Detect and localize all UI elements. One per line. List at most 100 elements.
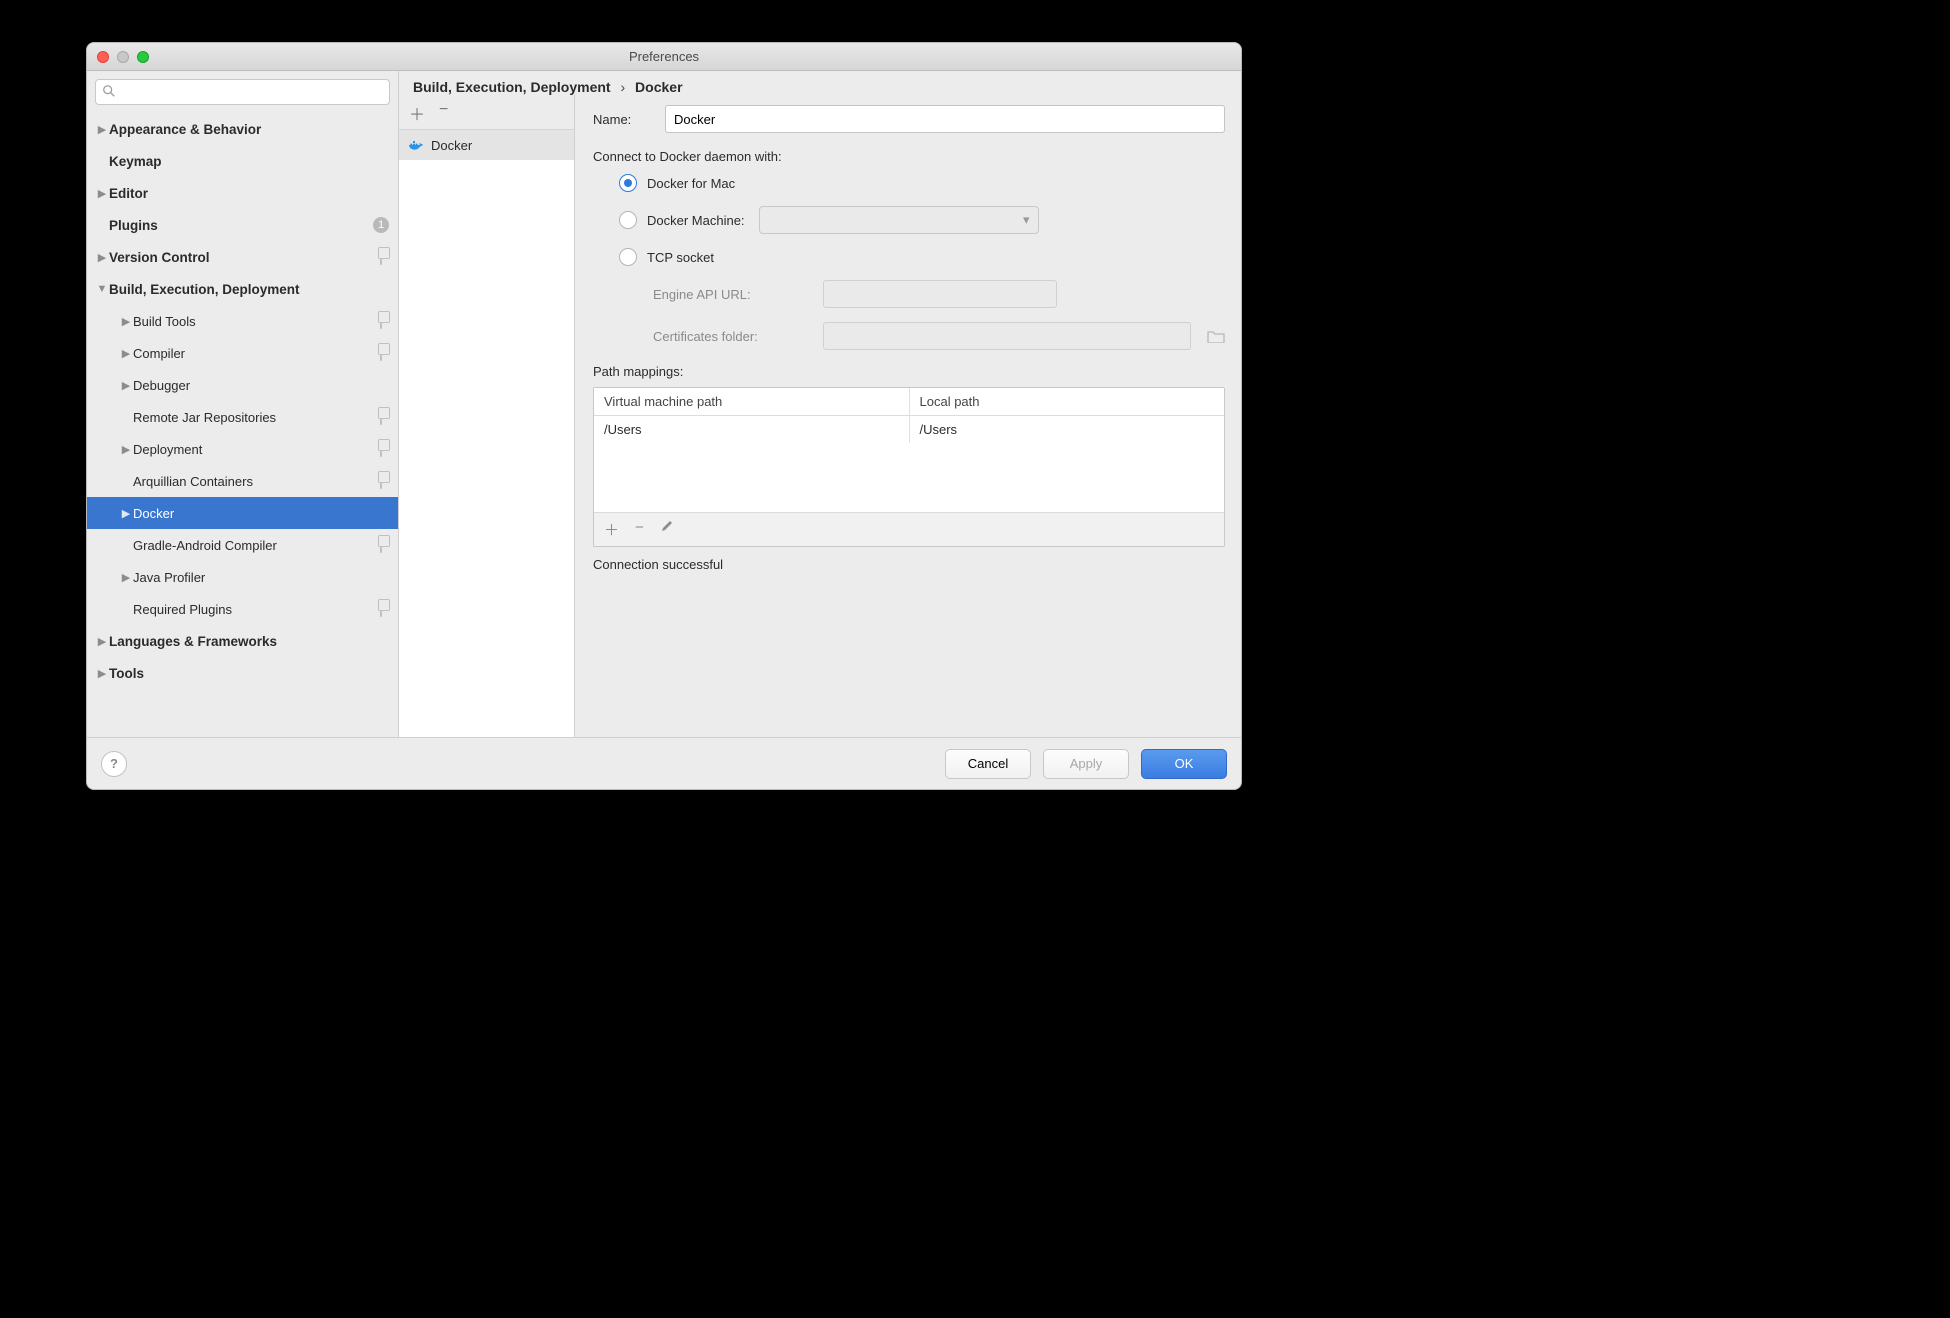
detail-panel: Name: Connect to Docker daemon with: Doc…	[575, 95, 1241, 737]
search-input[interactable]	[95, 79, 390, 105]
radio-label: TCP socket	[647, 250, 714, 265]
sidebar-item-label: Java Profiler	[133, 570, 372, 585]
connect-section-label: Connect to Docker daemon with:	[593, 149, 1225, 164]
radio-docker-machine[interactable]: Docker Machine: ▾	[619, 206, 1225, 234]
cell-vm-path: /Users	[594, 416, 910, 443]
column-header-local-path[interactable]: Local path	[910, 388, 1225, 415]
path-mappings-table: Virtual machine path Local path /Users /…	[593, 387, 1225, 547]
sidebar-item-label: Docker	[133, 506, 372, 521]
sidebar-item-build-tools[interactable]: ▶Build Tools	[87, 305, 398, 337]
folder-icon[interactable]	[1207, 329, 1225, 343]
project-level-icon	[372, 346, 390, 360]
sidebar-item-label: Remote Jar Repositories	[133, 410, 372, 425]
docker-machine-select[interactable]: ▾	[759, 206, 1039, 234]
sidebar-item-arquillian-containers[interactable]: Arquillian Containers	[87, 465, 398, 497]
server-item-docker[interactable]: Docker	[399, 130, 574, 160]
sidebar-item-label: Required Plugins	[133, 602, 372, 617]
sidebar-item-plugins[interactable]: Plugins1	[87, 209, 398, 241]
update-badge: 1	[372, 217, 390, 233]
cell-local-path: /Users	[910, 416, 1225, 443]
sidebar: ▶Appearance & BehaviorKeymap▶EditorPlugi…	[87, 71, 399, 737]
path-mappings-label: Path mappings:	[593, 364, 1225, 379]
name-input[interactable]	[665, 105, 1225, 133]
chevron-right-icon: ▶	[119, 379, 133, 392]
sidebar-item-label: Compiler	[133, 346, 372, 361]
breadcrumb: Build, Execution, Deployment › Docker	[413, 79, 683, 95]
sidebar-item-languages-frameworks[interactable]: ▶Languages & Frameworks	[87, 625, 398, 657]
sidebar-item-label: Plugins	[109, 218, 372, 233]
search-icon	[102, 84, 118, 100]
ok-button[interactable]: OK	[1141, 749, 1227, 779]
sidebar-item-keymap[interactable]: Keymap	[87, 145, 398, 177]
chevron-right-icon: ▶	[95, 635, 109, 648]
radio-tcp-socket[interactable]: TCP socket	[619, 248, 1225, 266]
add-mapping-button[interactable]: ＋	[604, 519, 619, 540]
breadcrumb-current: Docker	[635, 79, 682, 95]
sidebar-item-label: Version Control	[109, 250, 372, 265]
name-label: Name:	[593, 112, 651, 127]
project-level-icon	[372, 314, 390, 328]
sidebar-item-label: Deployment	[133, 442, 372, 457]
sidebar-item-label: Debugger	[133, 378, 372, 393]
sidebar-item-deployment[interactable]: ▶Deployment	[87, 433, 398, 465]
docker-icon	[409, 138, 425, 152]
add-server-button[interactable]: ＋	[409, 101, 425, 125]
sidebar-item-appearance-behavior[interactable]: ▶Appearance & Behavior	[87, 113, 398, 145]
chevron-right-icon: ▶	[119, 571, 133, 584]
breadcrumb-parent[interactable]: Build, Execution, Deployment	[413, 79, 611, 95]
sidebar-item-java-profiler[interactable]: ▶Java Profiler	[87, 561, 398, 593]
servers-panel: ＋ −	[399, 95, 575, 737]
chevron-down-icon: ▼	[95, 283, 109, 295]
chevron-right-icon: ▶	[119, 507, 133, 520]
cancel-button[interactable]: Cancel	[945, 749, 1031, 779]
sidebar-item-label: Gradle-Android Compiler	[133, 538, 372, 553]
project-level-icon	[372, 410, 390, 424]
sidebar-item-compiler[interactable]: ▶Compiler	[87, 337, 398, 369]
server-item-label: Docker	[431, 138, 472, 153]
column-header-vm-path[interactable]: Virtual machine path	[594, 388, 910, 415]
sidebar-item-label: Languages & Frameworks	[109, 634, 372, 649]
radio-icon	[619, 211, 637, 229]
table-toolbar: ＋ −	[594, 512, 1224, 546]
project-level-icon	[372, 474, 390, 488]
sidebar-item-editor[interactable]: ▶Editor	[87, 177, 398, 209]
sidebar-item-label: Build, Execution, Deployment	[109, 282, 372, 297]
sidebar-item-debugger[interactable]: ▶Debugger	[87, 369, 398, 401]
chevron-down-icon: ▾	[1023, 212, 1030, 228]
sidebar-item-remote-jar-repositories[interactable]: Remote Jar Repositories	[87, 401, 398, 433]
radio-docker-for-mac[interactable]: Docker for Mac	[619, 174, 1225, 192]
engine-api-url-label: Engine API URL:	[653, 287, 813, 302]
table-row[interactable]: /Users /Users	[594, 416, 1224, 443]
sidebar-item-tools[interactable]: ▶Tools	[87, 657, 398, 689]
preferences-window: Preferences ▶Appearance & BehaviorKeymap…	[86, 42, 1242, 790]
radio-label: Docker for Mac	[647, 176, 735, 191]
window-title: Preferences	[87, 49, 1241, 64]
connection-status: Connection successful	[593, 557, 1225, 572]
radio-icon	[619, 174, 637, 192]
chevron-right-icon: ▶	[95, 251, 109, 264]
remove-server-button[interactable]: −	[439, 101, 448, 125]
certs-folder-input[interactable]	[823, 322, 1191, 350]
help-button[interactable]: ?	[101, 751, 127, 777]
sidebar-item-version-control[interactable]: ▶Version Control	[87, 241, 398, 273]
edit-mapping-button[interactable]	[660, 519, 674, 540]
project-level-icon	[372, 538, 390, 552]
apply-button[interactable]: Apply	[1043, 749, 1129, 779]
chevron-right-icon: ▶	[95, 667, 109, 680]
sidebar-item-required-plugins[interactable]: Required Plugins	[87, 593, 398, 625]
project-level-icon	[372, 442, 390, 456]
chevron-right-icon: ▶	[95, 187, 109, 200]
chevron-right-icon: ▶	[119, 443, 133, 456]
remove-mapping-button[interactable]: −	[635, 519, 644, 540]
chevron-right-icon: ▶	[95, 123, 109, 136]
sidebar-item-label: Appearance & Behavior	[109, 122, 372, 137]
sidebar-item-gradle-android-compiler[interactable]: Gradle-Android Compiler	[87, 529, 398, 561]
engine-api-url-input[interactable]	[823, 280, 1057, 308]
sidebar-item-docker[interactable]: ▶Docker	[87, 497, 398, 529]
sidebar-item-label: Editor	[109, 186, 372, 201]
sidebar-item-build-execution-deployment[interactable]: ▼Build, Execution, Deployment	[87, 273, 398, 305]
project-level-icon	[372, 602, 390, 616]
radio-label: Docker Machine:	[647, 213, 745, 228]
sidebar-item-label: Tools	[109, 666, 372, 681]
project-level-icon	[372, 250, 390, 264]
